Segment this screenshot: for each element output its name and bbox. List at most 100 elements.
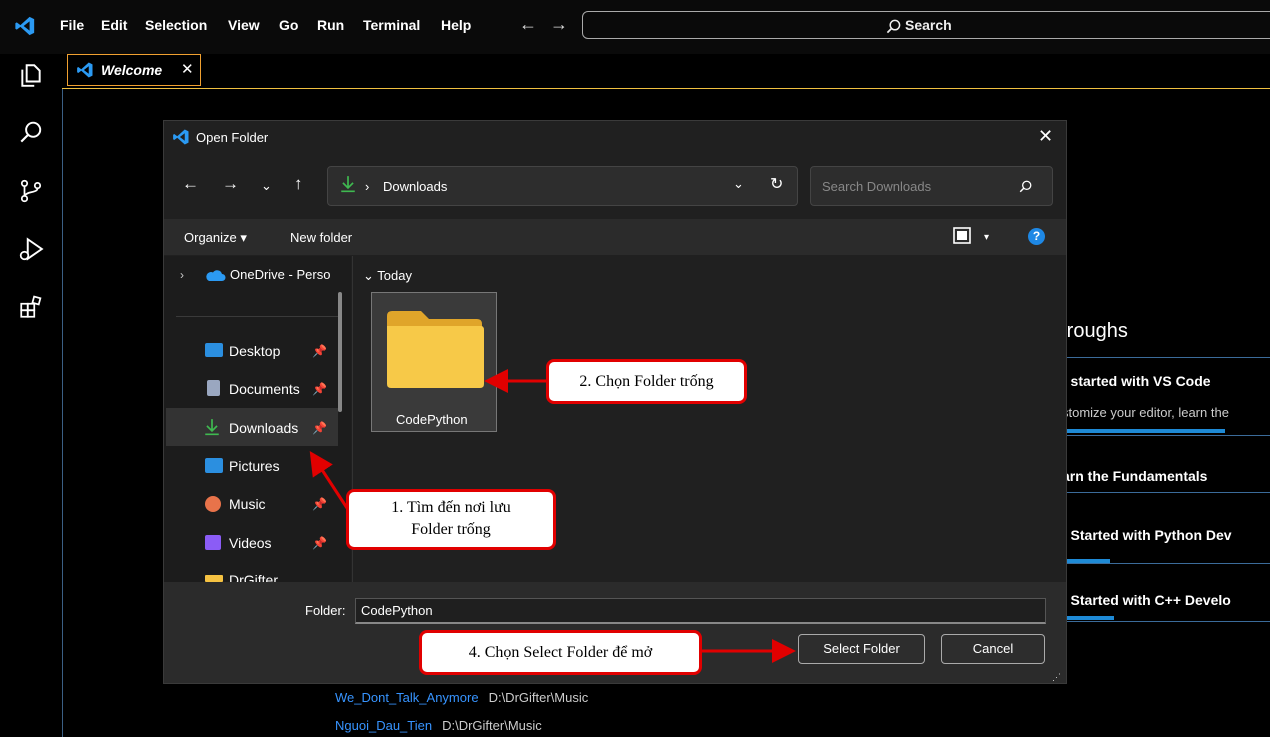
videos-icon [205,535,221,550]
command-search-label: Search [905,17,952,33]
recent-item[interactable]: We_Dont_Talk_Anymore D:\DrGifter\Music [335,690,588,705]
select-folder-button[interactable]: Select Folder [798,634,925,664]
cancel-button[interactable]: Cancel [941,634,1045,664]
annotation-step1-line2: Folder trống [411,521,491,538]
nav-item-music[interactable]: Music [229,496,266,512]
refresh-icon[interactable]: ↻ [770,174,783,194]
walkthroughs-heading: rroughs [1060,320,1128,342]
pin-icon: 📌 [312,344,327,358]
view-mode-chevron-icon[interactable]: ▾ [984,232,989,243]
menu-go[interactable]: Go [279,17,298,33]
tab-welcome-label: Welcome [101,62,163,78]
up-arrow-icon[interactable]: ↑ [294,174,303,194]
nav-scrollbar[interactable] [338,292,342,412]
source-control-icon[interactable] [18,178,44,204]
new-folder-button[interactable]: New folder [290,230,352,245]
annotation-step1-line1: 1. Tìm đến nơi lưu [391,499,511,516]
onedrive-cloud-icon [206,270,226,281]
resize-grip-icon[interactable]: ⋰ [1052,672,1061,683]
address-dropdown-chevron-icon[interactable]: ⌄ [733,176,744,192]
menu-selection[interactable]: Selection [145,17,207,33]
pin-icon: 📌 [312,382,327,396]
menu-file[interactable]: File [60,17,84,33]
back-arrow-icon[interactable]: ← [519,14,537,35]
nav-item-drgifter-clip: DrGifter [229,572,278,582]
folder-field-label: Folder: [305,603,346,618]
dialog-title: Open Folder [196,130,269,145]
menu-terminal[interactable]: Terminal [363,17,420,33]
annotation-step1: 1. Tìm đến nơi lưu Folder trống [346,489,556,550]
search-sidebar-icon[interactable] [18,120,44,146]
nav-item-drgifter[interactable]: DrGifter [229,572,278,582]
nav-item-documents[interactable]: Documents [229,381,300,397]
nav-item-downloads[interactable]: Downloads [229,420,298,436]
walkthrough-desc: stomize your editor, learn the [1062,405,1229,420]
divider [1060,435,1270,436]
menu-edit[interactable]: Edit [101,17,127,33]
pictures-icon [205,458,223,473]
menu-help[interactable]: Help [441,17,471,33]
expand-chevron-icon[interactable]: › [180,268,184,282]
nav-item-pictures[interactable]: Pictures [229,458,280,474]
recent-name[interactable]: Nguoi_Dau_Tien [335,718,432,733]
search-icon [1019,180,1032,193]
walkthrough-item[interactable]: t started with VS Code [1062,373,1211,389]
divider [1060,357,1270,358]
walkthrough-item[interactable]: t Started with Python Dev [1062,527,1232,543]
menu-run[interactable]: Run [317,17,344,33]
music-icon [205,496,221,512]
editor-tab-bar [62,54,1270,89]
forward-arrow-icon[interactable]: → [222,174,239,194]
back-arrow-icon[interactable]: ← [182,174,199,194]
run-debug-icon[interactable] [18,236,44,262]
folder-tile-label: CodePython [396,412,468,427]
recent-path: D:\DrGifter\Music [488,690,589,705]
pin-icon: 📌 [312,497,327,511]
folder-icon [387,311,484,388]
recent-item[interactable]: Nguoi_Dau_Tien D:\DrGifter\Music [335,718,542,733]
help-icon[interactable]: ? [1028,228,1045,245]
download-icon [341,176,355,193]
annotation-step2: 2. Chọn Folder trống [546,359,747,404]
nav-item-onedrive[interactable]: OneDrive - Perso [230,267,330,282]
nav-item-videos[interactable]: Videos [229,535,272,551]
search-downloads-placeholder: Search Downloads [822,179,932,194]
forward-arrow-icon[interactable]: → [550,14,568,35]
folder-name-input[interactable] [355,598,1046,624]
annotation-step4: 4. Chọn Select Folder để mở [419,630,702,675]
walkthrough-item[interactable]: t Started with C++ Develo [1062,592,1231,608]
walkthrough-item[interactable]: arn the Fundamentals [1062,468,1207,484]
organize-button[interactable]: Organize ▾ [184,230,247,246]
divider [1060,563,1270,564]
desktop-folder-icon [205,343,223,357]
search-icon [886,19,901,34]
documents-icon [207,380,220,396]
group-label: Today [377,268,412,283]
menu-view[interactable]: View [228,17,260,33]
downloads-icon [205,419,219,436]
walkthrough-progress [1062,616,1114,620]
tab-close-icon[interactable]: ✕ [181,60,194,78]
organize-label: Organize [184,230,237,245]
walkthrough-progress [1062,429,1225,433]
breadcrumb-chevron-icon: › [365,179,370,194]
divider [1060,492,1270,493]
vscode-dialog-icon [173,129,189,145]
extensions-icon[interactable] [18,294,44,320]
pin-icon: 📌 [312,536,327,550]
view-mode-icon[interactable] [953,227,971,244]
activity-bar [0,54,63,737]
recent-path: D:\DrGifter\Music [442,718,542,733]
nav-item-desktop[interactable]: Desktop [229,343,280,359]
vscode-logo-icon [15,16,35,36]
folder-name-value: CodePython [361,603,433,618]
recent-locations-chevron-icon[interactable]: ⌄ [261,178,272,194]
group-header-today[interactable]: ⌄ Today [363,268,412,284]
pin-icon: 📌 [312,421,327,435]
divider [176,316,338,317]
explorer-icon[interactable] [18,62,44,88]
divider [1060,621,1270,622]
recent-name[interactable]: We_Dont_Talk_Anymore [335,690,479,705]
dialog-close-icon[interactable]: ✕ [1038,126,1053,147]
address-location: Downloads [383,179,448,194]
